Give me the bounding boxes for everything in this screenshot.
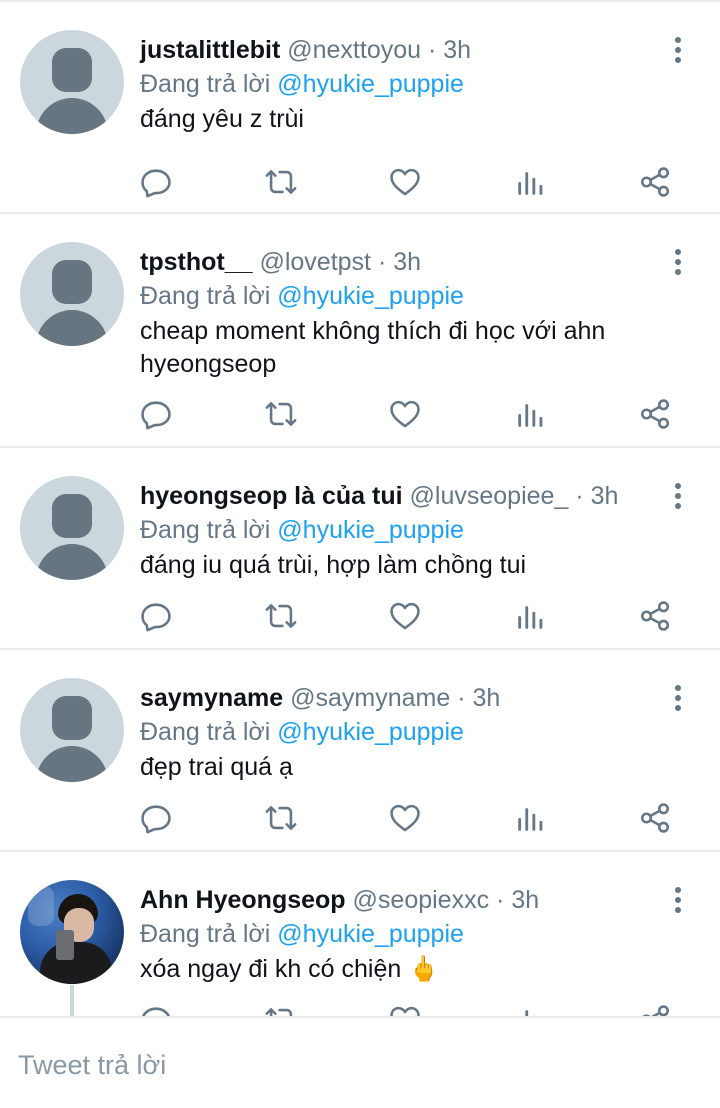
analytics-icon[interactable] (511, 162, 551, 202)
tweet-header: tpsthot__ @lovetpst · 3h (140, 245, 664, 279)
like-icon[interactable] (385, 162, 425, 202)
timestamp[interactable]: · 3h (428, 36, 471, 64)
replying-to: Đang trả lời @hyukie_puppie (140, 513, 664, 547)
retweet-icon[interactable] (261, 162, 301, 202)
tweet-text: cheap moment không thích đi học với ahn … (140, 317, 606, 378)
tweet-text: đáng yêu z trùi (140, 105, 304, 133)
avatar[interactable] (20, 30, 124, 134)
action-bar (0, 798, 720, 838)
action-bar (0, 394, 720, 434)
display-name[interactable]: hyeongseop là của tui (140, 482, 403, 510)
user-handle[interactable]: @lovetpst (259, 248, 371, 276)
tweet-header: saymyname @saymyname · 3h (140, 681, 664, 715)
replying-to-label: Đang trả lời (140, 282, 271, 310)
tweet-content: justalittlebit @nexttoyou · 3h Đang trả … (140, 33, 664, 136)
more-options-icon[interactable] (666, 683, 690, 713)
user-handle[interactable]: @luvseopiee_ (410, 482, 569, 510)
more-options-icon[interactable] (666, 885, 690, 915)
retweet-icon[interactable] (261, 596, 301, 636)
reply-icon[interactable] (136, 162, 176, 202)
share-icon[interactable] (635, 394, 675, 434)
replying-to-label: Đang trả lời (140, 718, 271, 746)
mention-link[interactable]: @hyukie_puppie (277, 70, 464, 98)
replying-to: Đang trả lời @hyukie_puppie (140, 67, 664, 101)
more-options-icon[interactable] (666, 481, 690, 511)
tweet-content: Ahn Hyeongseop @seopiexxc · 3h Đang trả … (140, 883, 664, 986)
tweet-text: đáng iu quá trùi, hợp làm chồng tui (140, 551, 527, 579)
tweet-text: xóa ngay đi kh có chiện 🖕 (140, 955, 440, 983)
tweet-header: justalittlebit @nexttoyou · 3h (140, 33, 664, 67)
reply-input[interactable]: Tweet trả lời (18, 1048, 166, 1082)
reply-tweet[interactable]: hyeongseop là của tui @luvseopiee_ · 3h … (0, 448, 720, 650)
tweet-content: tpsthot__ @lovetpst · 3h Đang trả lời @h… (140, 245, 664, 381)
reply-tweet[interactable]: tpsthot__ @lovetpst · 3h Đang trả lời @h… (0, 214, 720, 448)
avatar[interactable] (20, 678, 124, 782)
display-name[interactable]: Ahn Hyeongseop (140, 886, 346, 914)
replying-to-label: Đang trả lời (140, 920, 271, 948)
timestamp[interactable]: · 3h (575, 482, 618, 510)
display-name[interactable]: tpsthot__ (140, 248, 253, 276)
replying-to: Đang trả lời @hyukie_puppie (140, 715, 664, 749)
reply-icon[interactable] (136, 596, 176, 636)
user-handle[interactable]: @saymyname (290, 684, 450, 712)
action-bar (0, 162, 720, 202)
replying-to: Đang trả lời @hyukie_puppie (140, 279, 664, 313)
tweet-content: saymyname @saymyname · 3h Đang trả lời @… (140, 681, 664, 784)
like-icon[interactable] (385, 798, 425, 838)
display-name[interactable]: saymyname (140, 684, 283, 712)
replies-feed: justalittlebit @nexttoyou · 3h Đang trả … (0, 2, 720, 1092)
reply-icon[interactable] (136, 798, 176, 838)
user-handle[interactable]: @nexttoyou (287, 36, 421, 64)
retweet-icon[interactable] (261, 798, 301, 838)
action-bar (0, 596, 720, 636)
analytics-icon[interactable] (511, 596, 551, 636)
like-icon[interactable] (385, 596, 425, 636)
more-options-icon[interactable] (666, 247, 690, 277)
timestamp[interactable]: · 3h (378, 248, 421, 276)
tweet-text: đẹp trai quá ạ (140, 753, 293, 781)
reply-tweet[interactable]: saymyname @saymyname · 3h Đang trả lời @… (0, 650, 720, 852)
share-icon[interactable] (635, 596, 675, 636)
reply-compose-bar[interactable]: Tweet trả lời (0, 1016, 720, 1108)
reply-tweet[interactable]: justalittlebit @nexttoyou · 3h Đang trả … (0, 2, 720, 214)
replying-to-label: Đang trả lời (140, 70, 271, 98)
like-icon[interactable] (385, 394, 425, 434)
mention-link[interactable]: @hyukie_puppie (277, 282, 464, 310)
timestamp[interactable]: · 3h (457, 684, 500, 712)
tweet-header: hyeongseop là của tui @luvseopiee_ · 3h (140, 479, 664, 513)
replying-to-label: Đang trả lời (140, 516, 271, 544)
avatar[interactable] (20, 476, 124, 580)
tweet-content: hyeongseop là của tui @luvseopiee_ · 3h … (140, 479, 664, 582)
analytics-icon[interactable] (511, 394, 551, 434)
analytics-icon[interactable] (511, 798, 551, 838)
user-handle[interactable]: @seopiexxc (353, 886, 490, 914)
more-options-icon[interactable] (666, 35, 690, 65)
reply-icon[interactable] (136, 394, 176, 434)
timestamp[interactable]: · 3h (496, 886, 539, 914)
replying-to: Đang trả lời @hyukie_puppie (140, 917, 664, 951)
tweet-header: Ahn Hyeongseop @seopiexxc · 3h (140, 883, 664, 917)
share-icon[interactable] (635, 162, 675, 202)
retweet-icon[interactable] (261, 394, 301, 434)
share-icon[interactable] (635, 798, 675, 838)
display-name[interactable]: justalittlebit (140, 36, 280, 64)
mention-link[interactable]: @hyukie_puppie (277, 718, 464, 746)
avatar[interactable] (20, 242, 124, 346)
mention-link[interactable]: @hyukie_puppie (277, 920, 464, 948)
mention-link[interactable]: @hyukie_puppie (277, 516, 464, 544)
avatar[interactable] (20, 880, 124, 984)
